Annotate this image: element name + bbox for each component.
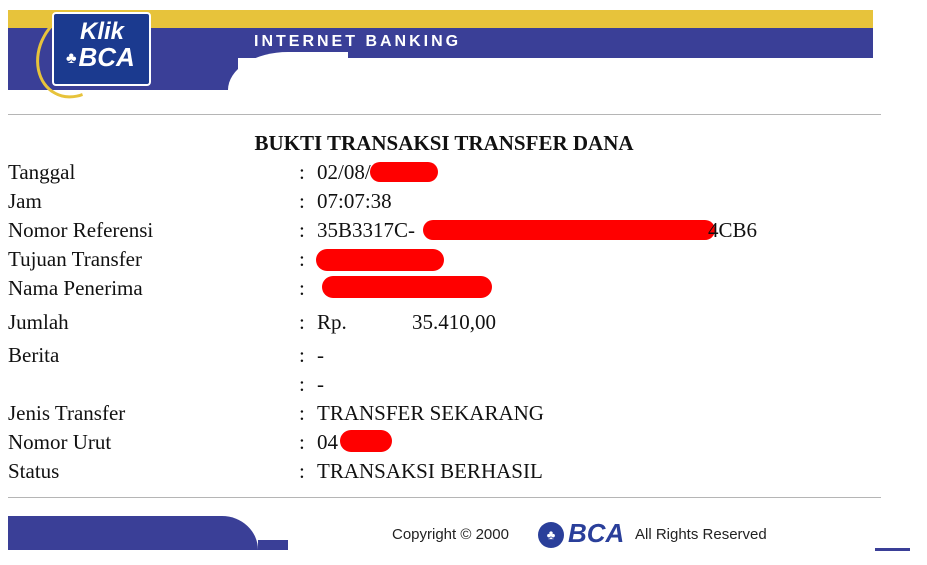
row-colon: :	[299, 160, 305, 184]
row-value: TRANSAKSI BERHASIL	[317, 459, 543, 483]
row-jam: Jam : 07:07:38	[8, 187, 828, 215]
receipt-title: BUKTI TRANSAKSI TRANSFER DANA	[254, 131, 634, 155]
logo-bca-text: ♣BCA	[66, 44, 135, 72]
row-colon: :	[299, 310, 305, 334]
row-label: Nama Penerima	[8, 276, 143, 300]
row-value: -	[317, 372, 324, 396]
row-tanggal: Tanggal : 02/08/	[8, 158, 828, 186]
row-value-suffix: 4CB6	[708, 218, 758, 242]
row-label: Nomor Urut	[8, 430, 112, 454]
redaction-mark	[340, 430, 392, 452]
row-nomor-referensi: Nomor Referensi : 35B3317C- 4CB6	[8, 216, 828, 244]
footer-blue-tail	[258, 540, 288, 550]
row-colon: :	[299, 276, 305, 300]
row-jumlah: Jumlah : Rp. 35.410,00	[8, 308, 828, 336]
row-colon: :	[299, 247, 305, 271]
copyright-text: Copyright © 2000	[392, 526, 509, 543]
row-colon: :	[299, 430, 305, 454]
redaction-mark	[316, 249, 444, 271]
redaction-mark	[370, 162, 438, 182]
footer-bca-logo: BCA	[568, 518, 625, 548]
row-colon: :	[299, 459, 305, 483]
bottom-divider	[8, 497, 881, 498]
row-label: Jumlah	[8, 310, 69, 334]
rights-text: All Rights Reserved	[635, 526, 767, 543]
row-value: 04	[317, 430, 338, 454]
row-value: TRANSFER SEKARANG	[317, 401, 544, 425]
footer-blue-bar	[8, 516, 258, 550]
header-curve	[228, 52, 348, 92]
row-tujuan-transfer: Tujuan Transfer :	[8, 245, 828, 273]
row-nomor-urut: Nomor Urut : 04	[8, 428, 828, 456]
top-divider	[8, 114, 881, 115]
redaction-mark	[322, 276, 492, 298]
row-colon: :	[299, 372, 305, 396]
row-value: 35B3317C-	[317, 218, 416, 242]
row-label: Berita	[8, 343, 60, 367]
bca-logo-icon: ♣	[538, 522, 564, 548]
row-berita-2: : -	[8, 370, 828, 398]
row-colon: :	[299, 218, 305, 242]
redaction-mark	[423, 220, 715, 240]
header-title: INTERNET BANKING	[254, 33, 462, 50]
row-colon: :	[299, 189, 305, 213]
row-value: 02/08/	[317, 160, 371, 184]
row-value: -	[317, 343, 324, 367]
row-value: 07:07:38	[317, 189, 392, 213]
row-label: Tanggal	[8, 160, 76, 184]
row-amount: 35.410,00	[412, 310, 496, 334]
row-colon: :	[299, 343, 305, 367]
row-label: Jam	[8, 189, 42, 213]
footer-blue-line	[875, 548, 910, 551]
row-colon: :	[299, 401, 305, 425]
bca-mark-icon: ♣	[66, 50, 77, 68]
row-jenis-transfer: Jenis Transfer : TRANSFER SEKARANG	[8, 399, 828, 427]
row-label: Nomor Referensi	[8, 218, 154, 242]
row-label: Tujuan Transfer	[8, 247, 142, 271]
row-nama-penerima: Nama Penerima :	[8, 274, 828, 302]
row-currency: Rp.	[317, 310, 347, 334]
logo-bca-word: BCA	[78, 42, 135, 72]
row-label: Status	[8, 459, 60, 483]
row-berita: Berita : -	[8, 341, 828, 369]
row-label: Jenis Transfer	[8, 401, 126, 425]
logo-klik-text: Klik	[80, 18, 125, 45]
row-status: Status : TRANSAKSI BERHASIL	[8, 457, 828, 485]
